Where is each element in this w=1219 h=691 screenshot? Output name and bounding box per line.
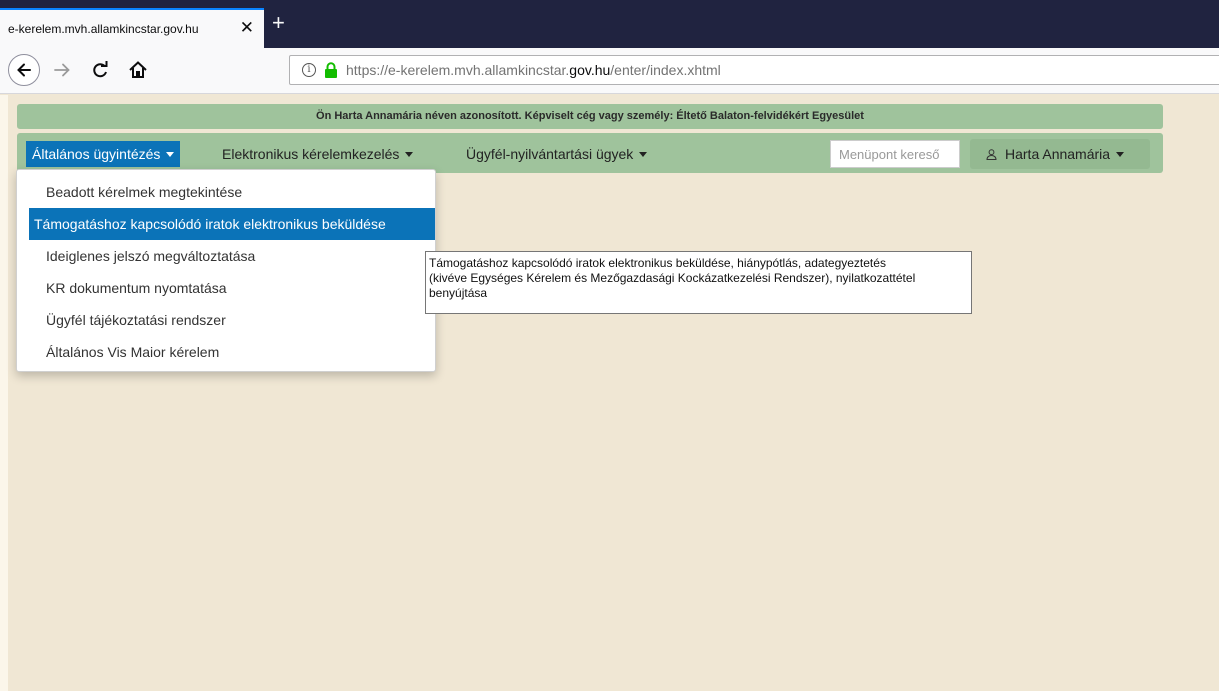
user-menu-button[interactable]: Harta Annamária [970, 139, 1150, 169]
user-icon [986, 149, 997, 160]
menu-electronic-applications[interactable]: Elektronikus kérelemkezelés [216, 141, 419, 167]
menu-general-affairs[interactable]: Általános ügyintézés [26, 141, 181, 167]
tab-title: e-kerelem.mvh.allamkincstar.gov.hu [8, 22, 199, 36]
info-icon[interactable]: i [302, 63, 316, 77]
tooltip-line: (kivéve Egységes Kérelem és Mezőgazdaság… [429, 271, 916, 285]
tooltip-line: Támogatáshoz kapcsolódó iratok elektroni… [429, 256, 886, 270]
address-bar[interactable]: i https://e-kerelem.mvh.allamkincstar.go… [289, 55, 1219, 85]
caret-down-icon [1116, 152, 1125, 157]
dropdown-item-kr-print[interactable]: KR dokumentum nyomtatása [29, 272, 435, 304]
user-name: Harta Annamária [1005, 146, 1111, 162]
reload-button[interactable] [90, 58, 110, 87]
browser-tab[interactable]: e-kerelem.mvh.allamkincstar.gov.hu ✕ [0, 8, 264, 48]
browser-toolbar: i https://e-kerelem.mvh.allamkincstar.go… [0, 48, 1219, 94]
menu-label: Általános ügyintézés [32, 146, 161, 162]
home-button[interactable] [128, 58, 148, 87]
menu-item-tooltip: Támogatáshoz kapcsolódó iratok elektroni… [425, 251, 972, 314]
menu-label: Elektronikus kérelemkezelés [222, 146, 400, 162]
main-menu-bar: Általános ügyintézés Elektronikus kérele… [17, 133, 1163, 173]
dropdown-item-submitted-applications[interactable]: Beadott kérelmek megtekintése [29, 176, 435, 208]
dropdown-item-client-info-system[interactable]: Ügyfél tájékoztatási rendszer [29, 304, 435, 336]
caret-down-icon [639, 152, 648, 157]
general-affairs-dropdown: Beadott kérelmek megtekintése Támogatásh… [16, 169, 436, 372]
forward-button[interactable] [52, 58, 72, 87]
home-icon [129, 61, 147, 78]
identity-bar: Ön Harta Annamária néven azonosított. Ké… [17, 104, 1163, 129]
menu-client-registry[interactable]: Ügyfél-nyilvántartási ügyek [460, 141, 653, 167]
lock-icon [325, 62, 337, 78]
dropdown-item-vis-maior[interactable]: Általános Vis Maior kérelem [29, 336, 435, 368]
page-margin [0, 95, 8, 691]
new-tab-button[interactable]: + [272, 12, 285, 34]
menu-search-input[interactable] [830, 140, 960, 168]
browser-tab-strip: e-kerelem.mvh.allamkincstar.gov.hu ✕ + [0, 0, 1219, 48]
tooltip-line: benyújtása [429, 286, 488, 300]
back-button[interactable] [8, 54, 40, 86]
caret-down-icon [405, 152, 414, 157]
caret-down-icon [166, 152, 175, 157]
dropdown-item-change-password[interactable]: Ideiglenes jelszó megváltoztatása [29, 240, 435, 272]
url-text: https://e-kerelem.mvh.allamkincstar.gov.… [346, 62, 721, 78]
arrow-left-icon [17, 63, 31, 77]
reload-icon [93, 61, 108, 78]
close-tab-icon[interactable]: ✕ [240, 19, 254, 37]
dropdown-item-submit-documents[interactable]: Támogatáshoz kapcsolódó iratok elektroni… [29, 208, 435, 240]
menu-label: Ügyfél-nyilvántartási ügyek [466, 146, 634, 162]
arrow-right-icon [54, 63, 70, 77]
